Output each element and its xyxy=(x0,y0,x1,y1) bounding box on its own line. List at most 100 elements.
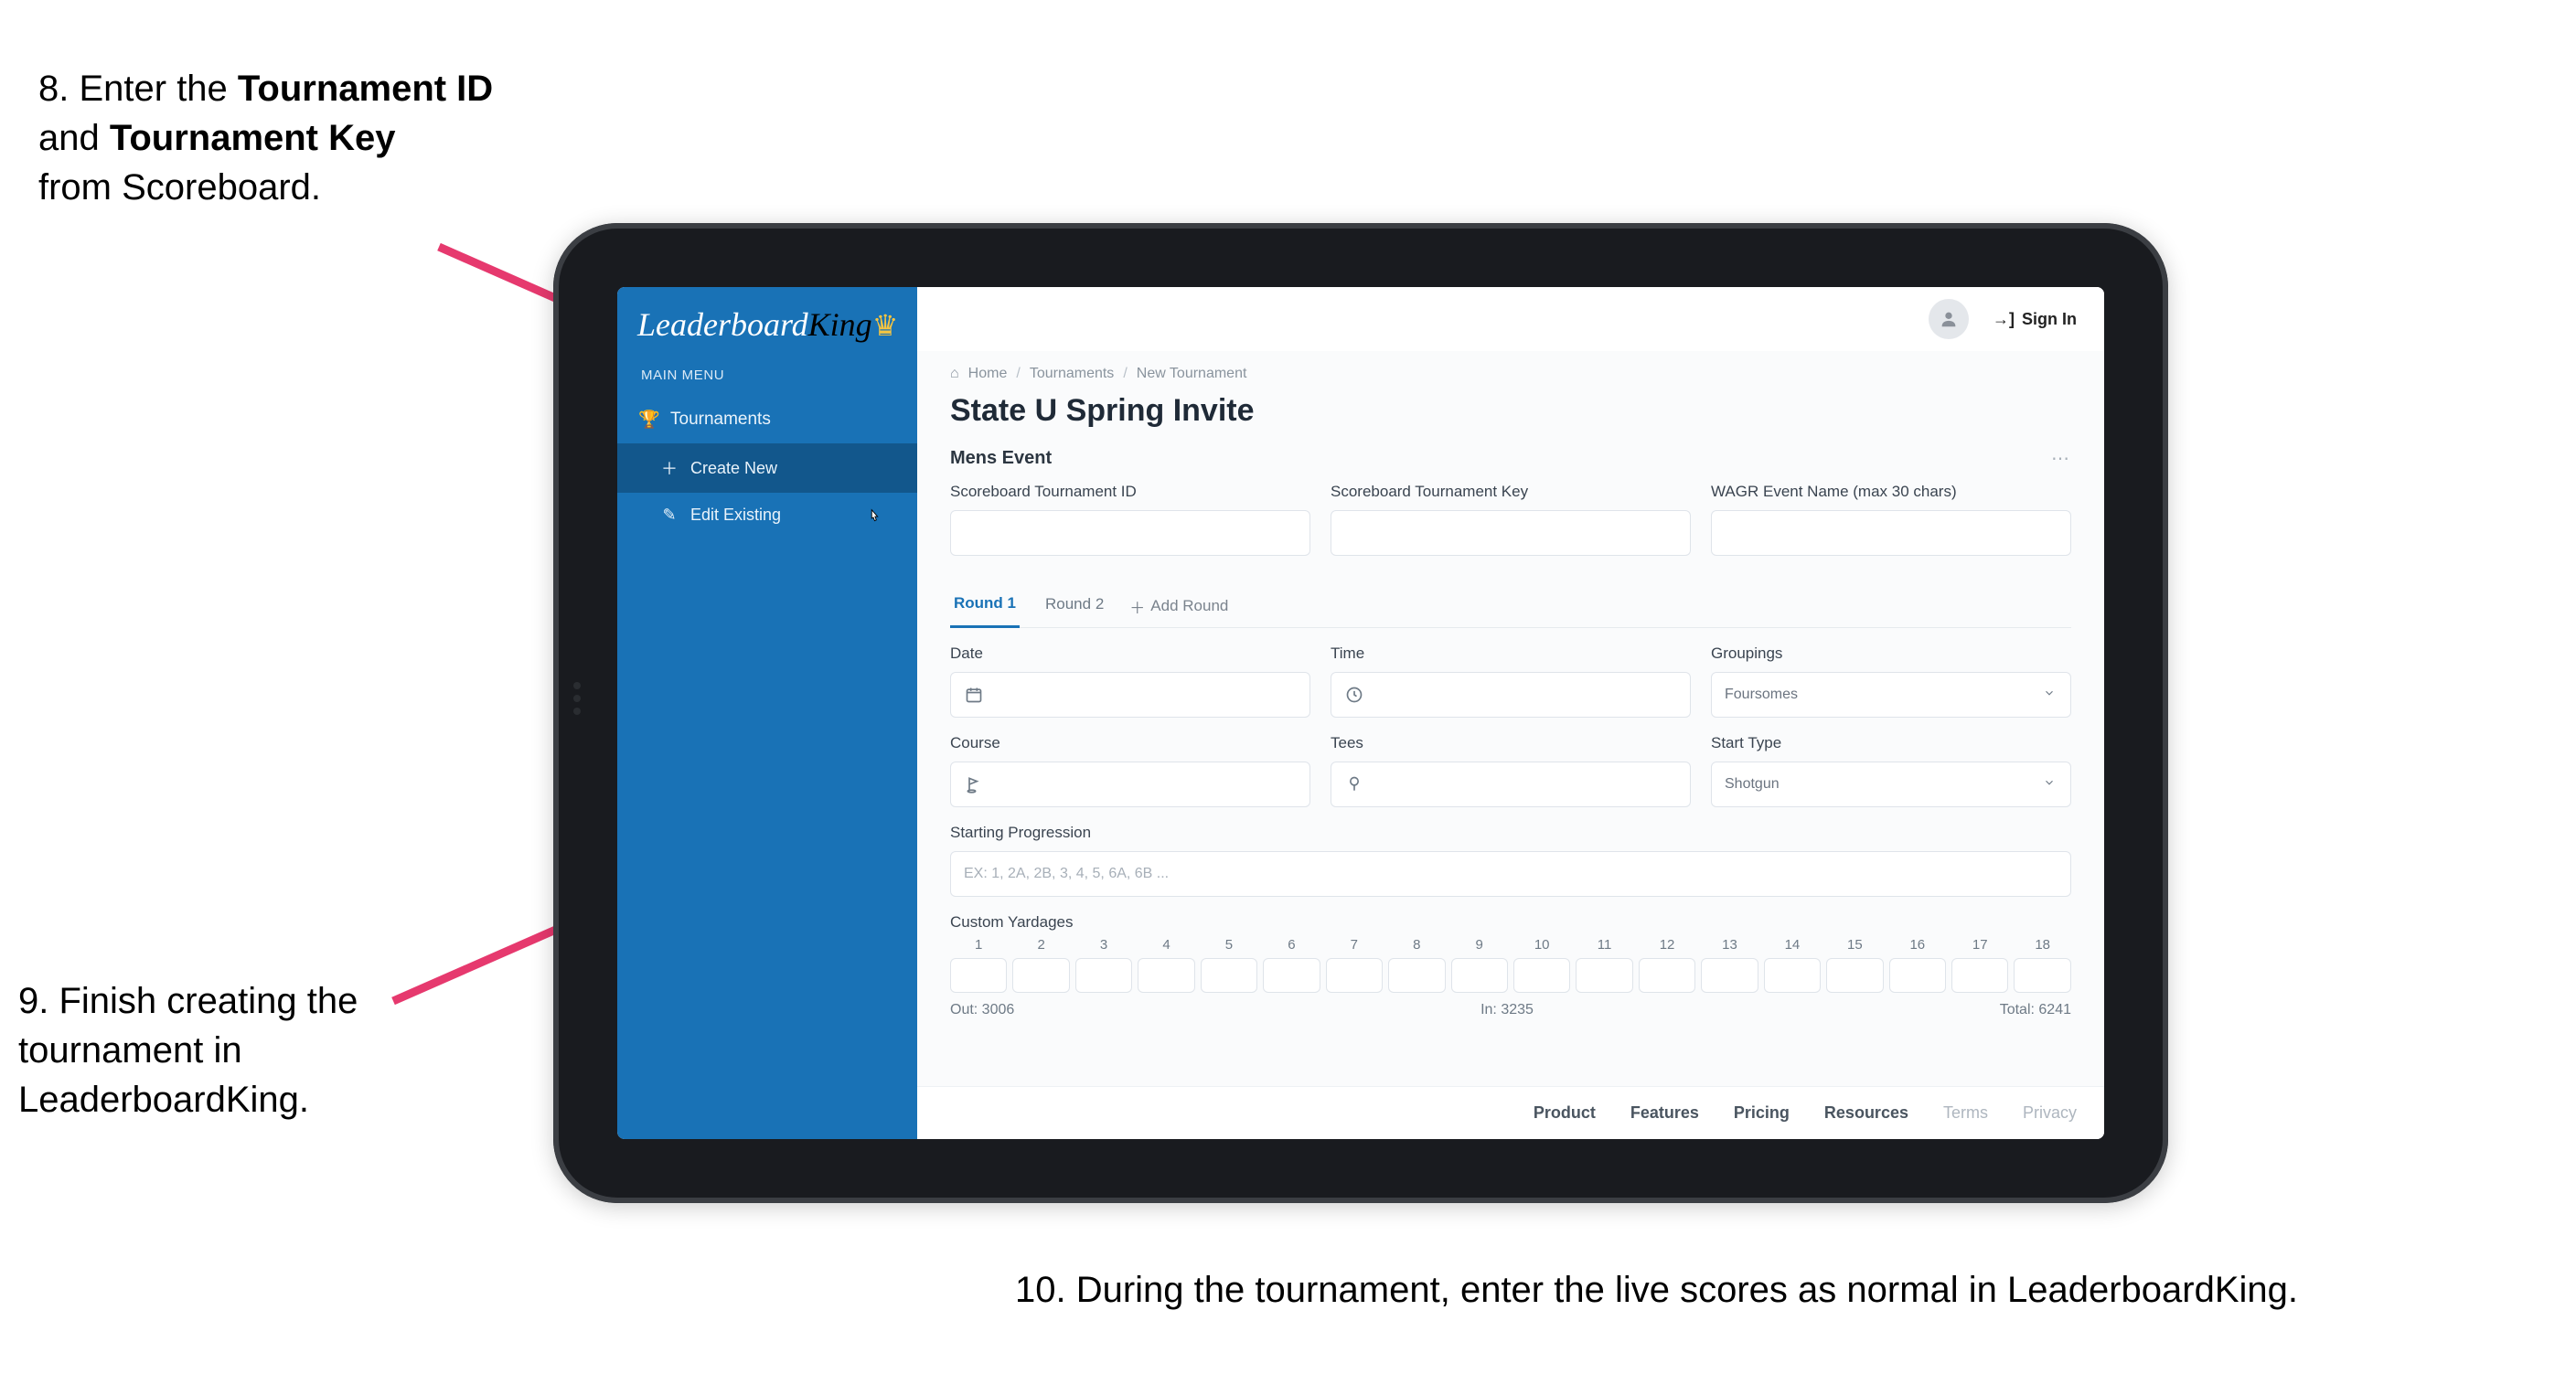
field-label: Time xyxy=(1331,645,1691,663)
tee-icon xyxy=(1344,775,1364,794)
chevron-down-icon xyxy=(2043,687,2058,704)
groupings-select[interactable]: Foursomes xyxy=(1711,672,2071,718)
clock-icon xyxy=(1344,686,1364,704)
wagr-name-input[interactable] xyxy=(1711,510,2071,556)
edit-icon: ✎ xyxy=(661,506,678,525)
add-round-label: Add Round xyxy=(1150,597,1228,615)
time-input[interactable] xyxy=(1331,672,1691,718)
footer-link-privacy[interactable]: Privacy xyxy=(2023,1103,2077,1123)
hole-yardage-input[interactable] xyxy=(1701,958,1758,993)
field-date: Date xyxy=(950,645,1310,718)
field-tees: Tees xyxy=(1331,734,1691,807)
tab-round-2[interactable]: Round 2 xyxy=(1042,586,1107,626)
footer-links: Product Features Pricing Resources Terms… xyxy=(917,1086,2104,1139)
select-value: Foursomes xyxy=(1725,687,1798,703)
date-input[interactable] xyxy=(950,672,1310,718)
footer-link-terms[interactable]: Terms xyxy=(1943,1103,1988,1123)
plus-icon: ＋ xyxy=(1129,595,1145,618)
calendar-icon xyxy=(964,686,984,704)
field-scoreboard-id: Scoreboard Tournament ID xyxy=(950,483,1310,556)
hole-number: 9 xyxy=(1451,937,1508,953)
yardage-totals: Out: 3006 In: 3235 Total: 6241 xyxy=(950,1002,2071,1018)
scoreboard-key-input[interactable] xyxy=(1331,510,1691,556)
hole-yardage-input[interactable] xyxy=(1889,958,1946,993)
starting-progression-input[interactable]: EX: 1, 2A, 2B, 3, 4, 5, 6A, 6B ... xyxy=(950,851,2071,897)
breadcrumb-new-tournament[interactable]: New Tournament xyxy=(1137,366,1247,382)
sidebar-item-create-new[interactable]: ＋ Create New xyxy=(617,443,917,493)
hole-number: 12 xyxy=(1639,937,1695,953)
breadcrumb-tournaments[interactable]: Tournaments xyxy=(1030,366,1115,382)
hole-yardage-input[interactable] xyxy=(1138,958,1194,993)
hole-number: 13 xyxy=(1701,937,1758,953)
field-time: Time xyxy=(1331,645,1691,718)
callout-text: 8. Enter the xyxy=(38,69,238,109)
callout-step-9: 9. Finish creating the tournament in Lea… xyxy=(18,976,402,1124)
hole-yardage-input[interactable] xyxy=(1388,958,1445,993)
sign-in-label: Sign In xyxy=(2022,310,2077,329)
hole-number: 2 xyxy=(1012,937,1069,953)
topbar: →] Sign In xyxy=(917,287,2104,351)
section-kebab-menu[interactable]: ⋯ xyxy=(2051,447,2071,470)
footer-link-pricing[interactable]: Pricing xyxy=(1734,1103,1790,1123)
footer-link-product[interactable]: Product xyxy=(1534,1103,1596,1123)
callout-step-10: 10. During the tournament, enter the liv… xyxy=(1015,1265,2524,1315)
hole-yardage-input[interactable] xyxy=(1513,958,1570,993)
field-label: Groupings xyxy=(1711,645,2071,663)
hole-yardage-input[interactable] xyxy=(1826,958,1883,993)
hole-yardage-input[interactable] xyxy=(1951,958,2008,993)
scoreboard-id-input[interactable] xyxy=(950,510,1310,556)
callout-text: and xyxy=(38,118,110,158)
hole-number: 7 xyxy=(1326,937,1383,953)
field-groupings: Groupings Foursomes xyxy=(1711,645,2071,718)
field-starting-progression: Starting Progression EX: 1, 2A, 2B, 3, 4… xyxy=(950,824,2071,897)
callout-text: from Scoreboard. xyxy=(38,167,321,208)
callout-text: 10. During the tournament, enter the liv… xyxy=(1015,1270,2298,1310)
hole-number: 10 xyxy=(1513,937,1570,953)
hole-yardage-input[interactable] xyxy=(1451,958,1508,993)
callout-bold-1: Tournament ID xyxy=(238,69,493,109)
hole-yardage-input[interactable] xyxy=(950,958,1007,993)
field-label: Tees xyxy=(1331,734,1691,752)
in-total: In: 3235 xyxy=(1480,1002,1534,1018)
select-value: Shotgun xyxy=(1725,776,1780,793)
field-wagr-name: WAGR Event Name (max 30 chars) xyxy=(1711,483,2071,556)
breadcrumb-home[interactable]: Home xyxy=(968,366,1008,382)
start-type-select[interactable]: Shotgun xyxy=(1711,762,2071,807)
grand-total: Total: 6241 xyxy=(2000,1002,2071,1018)
sign-in-button[interactable]: →] Sign In xyxy=(1993,310,2077,329)
avatar[interactable] xyxy=(1929,299,1969,339)
input-placeholder: EX: 1, 2A, 2B, 3, 4, 5, 6A, 6B ... xyxy=(964,866,1169,882)
trophy-icon: 🏆 xyxy=(641,409,657,431)
tab-round-1[interactable]: Round 1 xyxy=(950,585,1020,628)
hole-yardage-input[interactable] xyxy=(1263,958,1320,993)
tablet-device-frame: LeaderboardKing♛ MAIN MENU 🏆 Tournaments… xyxy=(553,223,2168,1203)
tees-input[interactable] xyxy=(1331,762,1691,807)
user-icon xyxy=(1939,309,1959,329)
callout-step-8: 8. Enter the Tournament ID and Tournamen… xyxy=(38,64,550,212)
logo-text-part1: Leaderboard xyxy=(637,306,808,343)
sidebar-item-label: Edit Existing xyxy=(690,506,781,525)
tablet-sensors xyxy=(572,677,583,750)
footer-link-features[interactable]: Features xyxy=(1630,1103,1699,1123)
hole-yardage-input[interactable] xyxy=(1639,958,1695,993)
crown-icon: ♛ xyxy=(872,309,899,342)
sidebar: LeaderboardKing♛ MAIN MENU 🏆 Tournaments… xyxy=(617,287,917,1139)
sidebar-item-label: Tournaments xyxy=(670,410,771,430)
sidebar-item-tournaments[interactable]: 🏆 Tournaments xyxy=(617,396,917,443)
hole-yardage-input[interactable] xyxy=(1576,958,1632,993)
hole-number: 17 xyxy=(1951,937,2008,953)
hole-yardage-input[interactable] xyxy=(1075,958,1132,993)
hole-yardage-input[interactable] xyxy=(1326,958,1383,993)
hole-yardage-input[interactable] xyxy=(1201,958,1257,993)
sidebar-section-label: MAIN MENU xyxy=(617,360,917,396)
footer-link-resources[interactable]: Resources xyxy=(1824,1103,1908,1123)
callout-bold-2: Tournament Key xyxy=(110,118,396,158)
hole-yardage-input[interactable] xyxy=(2014,958,2070,993)
add-round-button[interactable]: ＋ Add Round xyxy=(1129,595,1228,618)
hole-yardage-input[interactable] xyxy=(1012,958,1069,993)
home-icon[interactable]: ⌂ xyxy=(950,366,959,382)
field-label: Start Type xyxy=(1711,734,2071,752)
course-input[interactable] xyxy=(950,762,1310,807)
round-tabs: Round 1 Round 2 ＋ Add Round xyxy=(950,585,2071,628)
hole-yardage-input[interactable] xyxy=(1764,958,1821,993)
